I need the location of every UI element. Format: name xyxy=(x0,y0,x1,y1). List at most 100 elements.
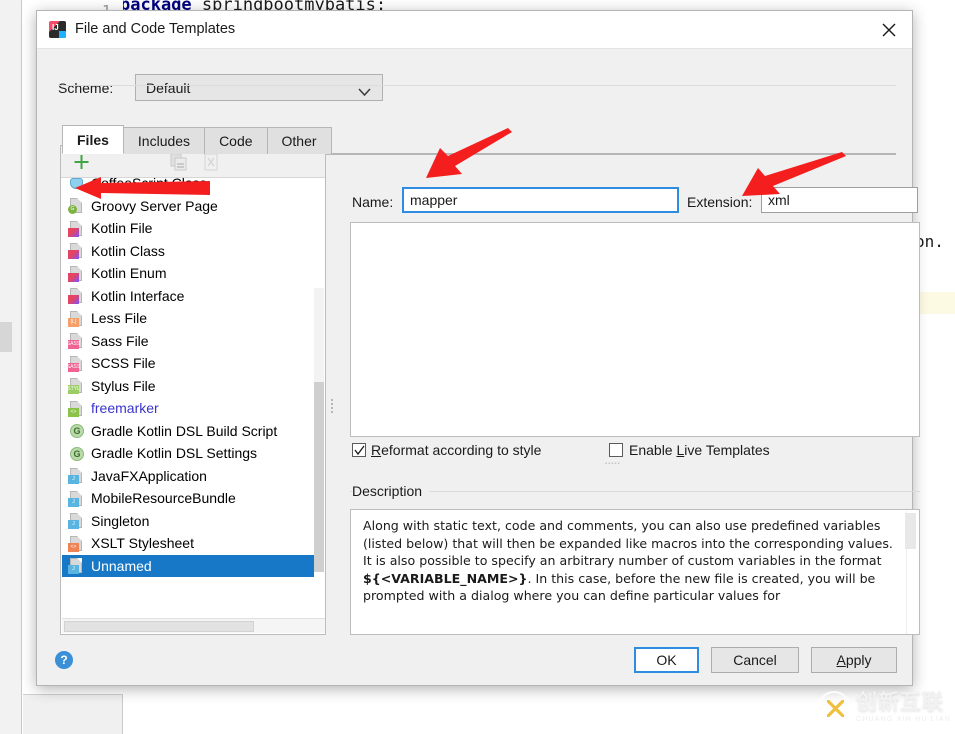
remove-icon xyxy=(201,152,221,172)
enable-live-templates-checkbox[interactable] xyxy=(609,443,623,457)
kotlin-class-icon xyxy=(68,242,85,260)
dialog-titlebar: File and Code Templates xyxy=(37,11,912,49)
list-item-label: Kotlin Enum xyxy=(91,265,167,282)
list-item-label: Kotlin File xyxy=(91,220,153,237)
list-item[interactable]: <> XSLT Stylesheet xyxy=(62,532,314,555)
description-variable-format: ${<VARIABLE_NAME>} xyxy=(363,570,528,586)
scheme-label: Scheme: xyxy=(58,80,114,96)
close-icon[interactable] xyxy=(866,11,912,49)
list-item[interactable]: G Gradle Kotlin DSL Settings xyxy=(62,442,314,465)
tab-other[interactable]: Other xyxy=(266,127,332,154)
scheme-dropdown[interactable]: Default xyxy=(135,74,383,101)
list-item[interactable]: SASS SCSS File xyxy=(62,352,314,375)
drag-dots-icon: ▪▪▪▪▪ xyxy=(605,461,621,467)
gradle-icon: G xyxy=(68,422,85,439)
list-item-label: Gradle Kotlin DSL Build Script xyxy=(91,422,278,439)
copy-icon xyxy=(169,152,189,172)
description-scrollbar-thumb[interactable] xyxy=(905,513,916,549)
name-label: Name: xyxy=(352,194,394,210)
list-item-label: SCSS File xyxy=(91,355,156,372)
templates-list[interactable]: CoffeeScript Class G Groovy Server Page … xyxy=(62,178,314,613)
gradle-icon: G xyxy=(68,445,85,462)
tab-includes[interactable]: Includes xyxy=(122,127,206,154)
editor-left-strip xyxy=(0,0,22,734)
list-item[interactable]: G Groovy Server Page xyxy=(62,195,314,218)
tab-files[interactable]: Files xyxy=(62,125,124,154)
list-item-label: freemarker xyxy=(91,400,159,417)
java-file-icon: J xyxy=(68,512,85,530)
list-item-label: Kotlin Class xyxy=(91,242,165,259)
list-item[interactable]: Kotlin Enum xyxy=(62,262,314,285)
reformat-checkbox-label[interactable]: Reformat according to style xyxy=(371,442,541,458)
chevron-down-icon xyxy=(358,84,371,102)
enable-live-templates-label[interactable]: Enable Live Templates xyxy=(629,442,770,458)
description-panel: Along with static text, code and comment… xyxy=(350,509,920,635)
ok-button[interactable]: OK xyxy=(634,647,699,673)
list-item-label: Less File xyxy=(91,310,148,327)
list-item[interactable]: Kotlin Class xyxy=(62,240,314,263)
xslt-icon: <> xyxy=(68,535,85,552)
kotlin-file-icon xyxy=(68,220,85,237)
description-group-rule xyxy=(350,491,920,492)
list-item-label: Singleton xyxy=(91,512,150,529)
description-scrollbar-track[interactable] xyxy=(905,511,918,634)
file-and-code-templates-dialog: File and Code Templates Scheme: Default … xyxy=(36,10,920,686)
list-item[interactable]: SASS Sass File xyxy=(62,330,314,353)
description-group-label: Description xyxy=(352,483,430,499)
tab-code[interactable]: Code xyxy=(204,127,268,154)
kotlin-enum-icon xyxy=(68,265,85,282)
splitter-grip[interactable] xyxy=(329,399,334,413)
scheme-selected-value: Default xyxy=(146,79,191,96)
list-item[interactable]: G Gradle Kotlin DSL Build Script xyxy=(62,420,314,443)
list-item-label: XSLT Stylesheet xyxy=(91,535,194,552)
list-item[interactable]: CoffeeScript Class xyxy=(62,178,314,195)
list-item-label: Gradle Kotlin DSL Settings xyxy=(91,445,258,462)
templates-list-horizontal-scrollbar[interactable] xyxy=(62,618,325,633)
kotlin-interface-icon xyxy=(68,287,85,305)
editor-tool-marker xyxy=(0,322,12,352)
groovy-server-page-icon: G xyxy=(68,197,85,215)
stylus-file-icon: STYL xyxy=(67,377,85,395)
cancel-button[interactable]: Cancel xyxy=(711,647,799,673)
intellij-idea-icon-accent xyxy=(59,31,66,38)
templates-list-panel: CoffeeScript Class G Groovy Server Page … xyxy=(60,145,326,635)
apply-button[interactable]: Apply xyxy=(811,647,897,673)
list-item[interactable]: J MobileResourceBundle xyxy=(62,487,314,510)
scheme-row: Scheme: Default xyxy=(37,49,914,101)
list-item-selected[interactable]: J Unnamed xyxy=(62,554,314,577)
templates-list-horizontal-scrollbar-thumb[interactable] xyxy=(64,621,254,632)
scheme-divider xyxy=(58,85,896,86)
list-item[interactable]: J Singleton xyxy=(62,510,314,533)
list-item-label: JavaFXApplication xyxy=(91,467,207,484)
list-item-label: Unnamed xyxy=(91,557,152,574)
list-item-label: Groovy Server Page xyxy=(91,197,218,214)
help-icon[interactable]: ? xyxy=(55,651,73,669)
java-file-icon: J xyxy=(68,467,85,485)
description-paragraph-1: Along with static text, code and comment… xyxy=(363,518,893,551)
dialog-title: File and Code Templates xyxy=(75,21,236,37)
java-file-icon: J xyxy=(68,490,85,507)
templates-list-vertical-scrollbar-thumb[interactable] xyxy=(314,382,324,572)
sass-file-icon: SASS xyxy=(67,332,85,350)
intellij-idea-icon xyxy=(49,21,66,38)
scss-file-icon: SASS xyxy=(67,355,85,372)
description-paragraph-2-before: It is also possible to specify an arbitr… xyxy=(363,553,882,569)
less-file-icon: {L} xyxy=(68,310,85,327)
extension-input[interactable]: xml xyxy=(761,187,918,213)
list-item[interactable]: Kotlin Interface xyxy=(62,285,314,308)
plus-icon[interactable] xyxy=(71,152,92,172)
list-item[interactable]: J JavaFXApplication xyxy=(62,465,314,488)
list-item[interactable]: <> freemarker xyxy=(62,397,314,420)
list-item-label: Kotlin Interface xyxy=(91,287,185,304)
name-input[interactable]: mapper xyxy=(402,187,679,213)
freemarker-icon: <> xyxy=(68,400,85,417)
list-item-label: MobileResourceBundle xyxy=(91,490,236,507)
list-item[interactable]: {L} Less File xyxy=(62,307,314,330)
template-body-editor[interactable] xyxy=(350,222,920,437)
reformat-checkbox[interactable] xyxy=(352,443,366,457)
list-item[interactable]: STYL Stylus File xyxy=(62,375,314,398)
list-item[interactable]: Kotlin File xyxy=(62,217,314,240)
tab-bar: Files Includes Code Other xyxy=(62,125,332,154)
description-text: Along with static text, code and comment… xyxy=(363,517,896,605)
list-item-label: Stylus File xyxy=(91,377,156,394)
